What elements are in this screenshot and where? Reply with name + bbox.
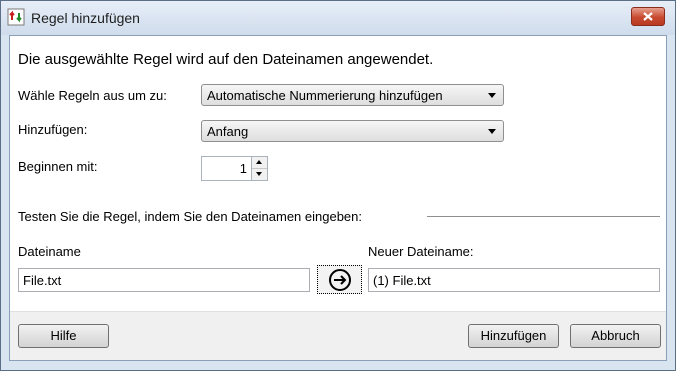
start-label: Beginnen mit: [18,159,98,174]
title-bar[interactable]: Regel hinzufügen [1,1,675,35]
stepper-up-button[interactable] [252,157,267,169]
filename-input[interactable]: File.txt [18,268,310,292]
dialog-window: Regel hinzufügen Die ausgewählte Regel w… [0,0,676,371]
dialog-heading: Die ausgewählte Regel wird auf den Datei… [18,51,434,68]
new-filename-output: (1) File.txt [368,268,660,292]
arrow-up-icon [256,160,262,164]
rule-label: Wähle Regeln aus um zu: [18,88,167,103]
start-number-value: 1 [239,161,247,176]
chevron-down-icon [488,129,496,134]
rename-rule-icon [7,8,25,26]
new-filename-value: (1) File.txt [373,273,431,288]
close-icon [643,12,653,21]
arrow-down-icon [256,172,262,176]
rule-combobox[interactable]: Automatische Nummerierung hinzufügen [201,84,504,106]
position-combobox[interactable]: Anfang [201,120,504,142]
filename-input-value: File.txt [23,273,62,288]
stepper-buttons [251,157,267,180]
close-button[interactable] [631,7,665,26]
position-combobox-value: Anfang [207,124,249,139]
start-number-stepper[interactable]: 1 [201,156,268,181]
test-heading: Testen Sie die Regel, indem Sie den Date… [18,209,363,224]
chevron-down-icon [488,93,496,98]
button-bar: Hilfe Hinzufügen Abbruch [10,311,666,360]
rule-combobox-value: Automatische Nummerierung hinzufügen [207,88,443,103]
divider [427,216,660,217]
apply-test-button[interactable] [317,265,362,294]
dialog-content: Die ausgewählte Regel wird auf den Datei… [9,35,667,361]
filename-label: Dateiname [18,244,81,259]
arrow-right-circle-icon [329,269,351,291]
cancel-button[interactable]: Abbruch [570,324,661,348]
add-label: Hinzufügen: [18,122,88,137]
new-filename-label: Neuer Dateiname: [368,244,474,259]
stepper-down-button[interactable] [252,169,267,180]
help-button[interactable]: Hilfe [18,324,109,348]
window-title: Regel hinzufügen [31,10,140,26]
add-button[interactable]: Hinzufügen [468,324,559,348]
